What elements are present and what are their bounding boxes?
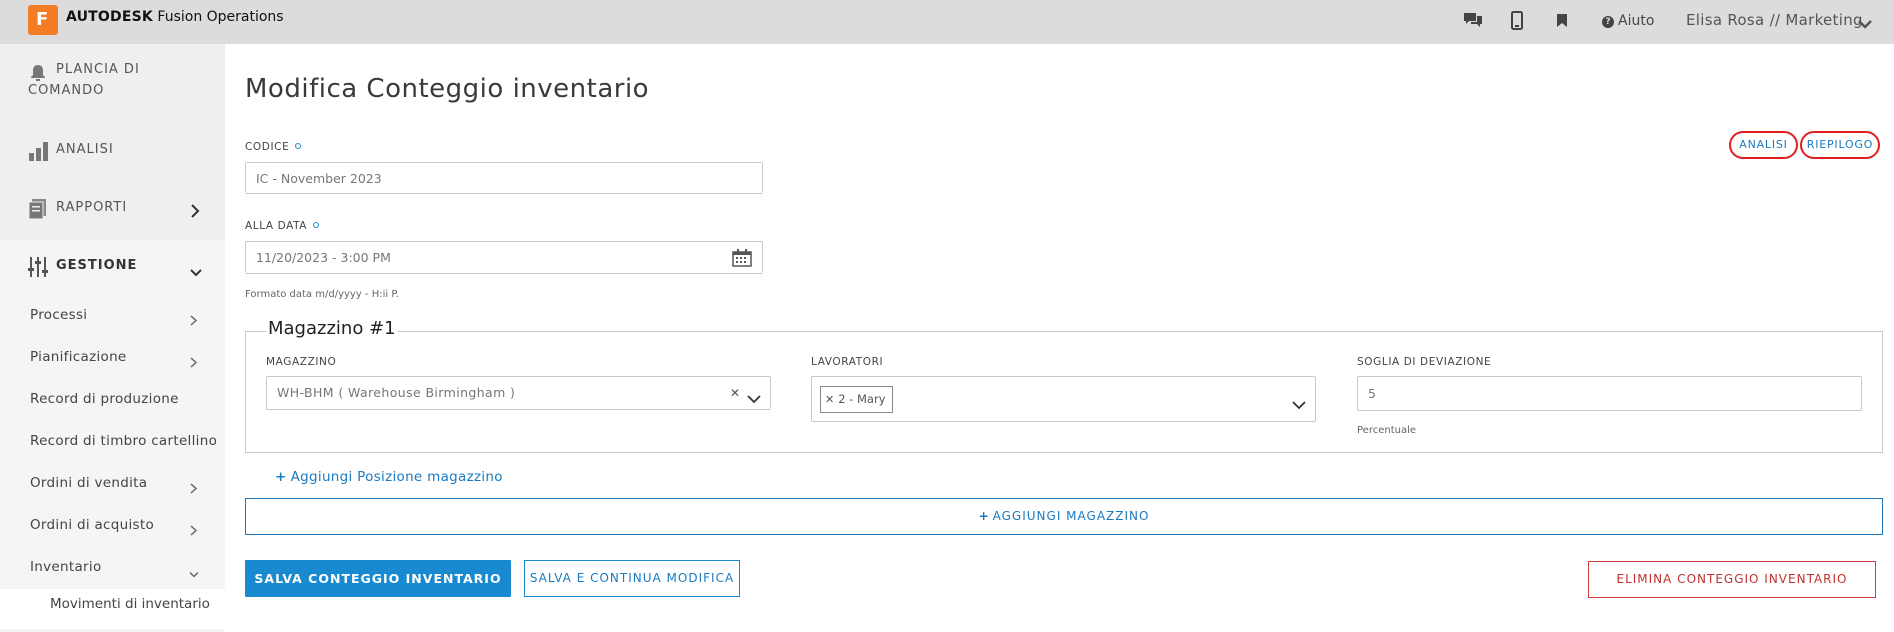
- sidebar-item-label: GESTIONE: [56, 258, 138, 273]
- sidebar-item-pianificazione[interactable]: Pianificazione: [30, 349, 127, 365]
- codice-input[interactable]: IC - November 2023: [245, 162, 763, 194]
- bookmark-icon[interactable]: [1555, 11, 1577, 31]
- logo-letter: F: [36, 9, 49, 30]
- warehouse-legend: Magazzino #1: [266, 318, 398, 339]
- chevron-down-icon[interactable]: [747, 389, 761, 408]
- codice-label: CODICE: [245, 141, 302, 153]
- app-logo[interactable]: F: [28, 5, 58, 35]
- sidebar-item-record-produzione[interactable]: Record di produzione: [30, 391, 179, 407]
- alla-data-label-text: ALLA DATA: [245, 220, 308, 232]
- soglia-value: 5: [1368, 386, 1376, 401]
- save-button[interactable]: SALVA CONTEGGIO INVENTARIO: [245, 560, 511, 597]
- sidebar-item-plancia[interactable]: PLANCIA DI COMANDO: [28, 62, 198, 98]
- top-bar: F AUTODESK Fusion Operations ? Aiuto Elis…: [0, 0, 1894, 44]
- add-location-link[interactable]: + Aggiungi Posizione magazzino: [275, 469, 503, 485]
- riepilogo-pill-button[interactable]: RIEPILOGO: [1800, 131, 1880, 159]
- sidebar-item-label: COMANDO: [28, 83, 105, 98]
- calendar-icon[interactable]: [732, 249, 752, 271]
- chevron-right-icon: [190, 479, 198, 498]
- chevron-down-icon[interactable]: [1292, 395, 1306, 414]
- sidebar-item-movimenti-inventario[interactable]: Movimenti di inventario: [50, 596, 210, 612]
- soglia-label: SOGLIA DI DEVIAZIONE: [1357, 356, 1492, 368]
- help-link[interactable]: ? Aiuto: [1602, 13, 1654, 29]
- chevron-right-icon: [190, 203, 200, 222]
- sidebar-item-analisi[interactable]: ANALISI: [28, 140, 114, 161]
- sidebar-item-rapporti[interactable]: RAPPORTI: [28, 198, 128, 220]
- delete-button[interactable]: ELIMINA CONTEGGIO INVENTARIO: [1588, 561, 1876, 598]
- remove-tag-icon[interactable]: ✕: [825, 393, 834, 406]
- sidebar-item-record-timbro[interactable]: Record di timbro cartellino: [30, 433, 217, 449]
- sidebar-item-ordini-acquisto[interactable]: Ordini di acquisto: [30, 517, 154, 533]
- chevron-down-icon: [189, 564, 199, 583]
- sidebar-item-inventario[interactable]: Inventario: [30, 559, 102, 575]
- bell-icon: [28, 63, 48, 87]
- help-icon: ?: [1602, 16, 1614, 28]
- magazzino-select[interactable]: WH-BHM ( Warehouse Birmingham ) ✕: [266, 376, 771, 410]
- soglia-hint: Percentuale: [1357, 425, 1417, 436]
- worker-tag-label: 2 - Mary: [838, 392, 886, 406]
- brand-name: AUTODESK Fusion Operations: [66, 9, 284, 25]
- mobile-icon[interactable]: [1510, 11, 1532, 31]
- sidebar-item-ordini-vendita[interactable]: Ordini di vendita: [30, 475, 147, 491]
- analisi-pill-button[interactable]: ANALISI: [1729, 131, 1798, 159]
- add-warehouse-button[interactable]: + AGGIUNGI MAGAZZINO: [245, 498, 1883, 535]
- required-dot-icon: [313, 222, 320, 228]
- magazzino-value: WH-BHM ( Warehouse Birmingham ): [277, 385, 516, 400]
- chevron-right-icon: [190, 353, 198, 372]
- required-dot-icon: [295, 143, 302, 149]
- soglia-input[interactable]: 5: [1357, 376, 1862, 411]
- magazzino-label: MAGAZZINO: [266, 356, 337, 368]
- chevron-right-icon: [190, 311, 198, 330]
- alla-data-input[interactable]: 11/20/2023 - 3:00 PM: [245, 241, 763, 274]
- chevron-right-icon: [190, 521, 198, 540]
- save-continue-button[interactable]: SALVA E CONTINUA MODIFICA: [524, 560, 740, 597]
- add-location-label: Aggiungi Posizione magazzino: [290, 469, 503, 485]
- lavoratori-label: LAVORATORI: [811, 356, 884, 368]
- alla-data-label: ALLA DATA: [245, 220, 320, 232]
- help-label: Aiuto: [1618, 13, 1655, 29]
- chat-icon[interactable]: [1462, 11, 1484, 31]
- sidebar-item-gestione[interactable]: GESTIONE: [28, 256, 138, 277]
- date-format-hint: Formato data m/d/yyyy - H:ii P.: [245, 289, 399, 300]
- alla-data-value: 11/20/2023 - 3:00 PM: [256, 250, 391, 265]
- chevron-down-icon: [190, 263, 202, 282]
- sidebar-item-label: PLANCIA DI: [56, 62, 140, 77]
- sidebar-item-label: ANALISI: [56, 142, 114, 157]
- plus-icon: +: [275, 469, 287, 485]
- add-warehouse-label: AGGIUNGI MAGAZZINO: [992, 509, 1150, 523]
- sidebar-item-label: RAPPORTI: [56, 200, 128, 215]
- sidebar: [0, 44, 225, 632]
- clear-icon[interactable]: ✕: [730, 386, 740, 400]
- sidebar-item-processi[interactable]: Processi: [30, 307, 87, 323]
- brand-product: Fusion Operations: [152, 9, 284, 25]
- worker-tag[interactable]: ✕ 2 - Mary: [820, 386, 893, 413]
- chevron-down-icon[interactable]: [1858, 14, 1872, 33]
- page-title: Modifica Conteggio inventario: [245, 74, 650, 104]
- codice-label-text: CODICE: [245, 141, 290, 153]
- codice-value: IC - November 2023: [256, 171, 382, 186]
- user-menu[interactable]: Elisa Rosa // Marketing: [1686, 11, 1863, 29]
- brand-bold: AUTODESK: [66, 9, 153, 25]
- plus-icon: +: [978, 509, 990, 523]
